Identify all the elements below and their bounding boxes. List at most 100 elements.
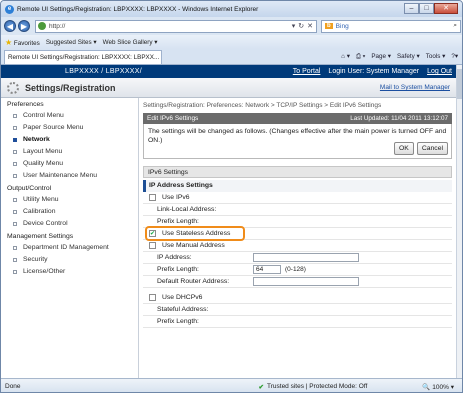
page-menu[interactable]: Page ▾ [371, 53, 391, 61]
last-updated: Last Updated: 11/04 2011 13:12:07 [350, 115, 448, 122]
dhcp-prefix-row: Prefix Length: [143, 316, 452, 328]
manual-row[interactable]: Use Manual Address [143, 240, 452, 252]
default-router-input[interactable] [253, 277, 359, 286]
sidebar-item-calibration[interactable]: Calibration [1, 206, 138, 218]
close-button[interactable]: ✕ [434, 3, 458, 14]
tab-row: Remote UI Settings/Registration: LBPXXXX… [1, 49, 462, 65]
back-button[interactable]: ◀ [4, 20, 16, 32]
sidebar-item-license[interactable]: License/Other [1, 266, 138, 278]
sidebar-section-preferences: Preferences [7, 101, 44, 108]
dhcpv6-checkbox[interactable] [149, 294, 156, 301]
use-ipv6-label: Use IPv6 [162, 194, 190, 201]
browser-tab[interactable]: Remote UI Settings/Registration: LBPXXXX… [4, 49, 162, 64]
stateful-row: Stateful Address: [143, 304, 452, 316]
home-icon[interactable]: ⌂ ▾ [341, 53, 350, 61]
sidebar-section-management: Management Settings [7, 233, 74, 240]
address-text: http:// [49, 22, 66, 30]
favorites-label: Favorites [13, 39, 40, 47]
stateless-checkbox[interactable]: ✔ [149, 230, 156, 237]
mail-link[interactable]: Mail to System Manager [380, 84, 450, 91]
ip-address-label: IP Address: [157, 254, 192, 261]
page-header: Settings/Registration Mail to System Man… [1, 78, 456, 98]
ip-address-input[interactable] [253, 253, 359, 262]
manual-label: Use Manual Address [162, 242, 225, 249]
dhcpv6-row[interactable]: Use DHCPv6 [143, 292, 452, 304]
page-icon [38, 22, 46, 30]
status-text: Done [5, 383, 21, 390]
use-ipv6-row[interactable]: Use IPv6 [143, 192, 452, 204]
cancel-button[interactable]: Cancel [416, 142, 448, 155]
address-row: ◀ ▶ http:// ▾ ↻ ✕ b Bing ⌕ [1, 17, 462, 35]
sidebar-item-layout[interactable]: Layout Menu [1, 146, 138, 158]
sidebar-item-user-maintenance[interactable]: User Maintenance Menu [1, 170, 138, 182]
fav-link-webslice[interactable]: Web Slice Gallery ▾ [103, 39, 158, 46]
default-router-label: Default Router Address: [157, 278, 230, 285]
stateless-row[interactable]: ✔ Use Stateless Address [143, 226, 452, 241]
to-portal-link[interactable]: To Portal [293, 68, 321, 75]
model-name: LBPXXXX / LBPXXXX/ [65, 68, 142, 75]
edit-title: Edit IPv6 Settings [147, 115, 199, 122]
window-title: Remote UI Settings/Registration: LBPXXXX… [17, 5, 259, 13]
print-icon[interactable]: ⎙ ▾ [356, 53, 365, 61]
help-icon[interactable]: ?▾ [451, 53, 458, 61]
default-router-row: Default Router Address: [143, 276, 452, 288]
ipv6-settings-title: IPv6 Settings [143, 166, 452, 178]
status-bar: Done ✔ Trusted sites | Protected Mode: Of… [1, 378, 462, 392]
prefix-length-input[interactable]: 64 [253, 265, 281, 274]
gear-icon [7, 81, 19, 94]
minimize-button[interactable]: – [404, 3, 419, 14]
link-local-label: Link-Local Address: [157, 206, 217, 213]
page-title: Settings/Registration [25, 82, 116, 93]
ie-icon: e [5, 4, 14, 14]
manual-prefix-row: Prefix Length: 64 (0-128) [143, 264, 452, 276]
ip-address-settings-title: IP Address Settings [143, 180, 452, 192]
sidebar-item-utility[interactable]: Utility Menu [1, 194, 138, 206]
vertical-scrollbar[interactable] [456, 65, 462, 378]
search-icon[interactable]: ⌕ [453, 22, 457, 30]
star-icon: ★ [5, 37, 13, 47]
refresh-icon[interactable]: ↻ [298, 22, 304, 30]
sidebar: Preferences Control Menu Paper Source Me… [1, 98, 139, 378]
breadcrumb: Settings/Registration: Preferences: Netw… [143, 102, 382, 109]
favorites-bar: ★ Favorites Suggested Sites ▾ Web Slice … [1, 35, 462, 49]
prefix-length-row: Prefix Length: [143, 216, 452, 228]
check-icon: ✔ [258, 383, 264, 391]
sidebar-section-output: Output/Control [7, 185, 52, 192]
top-band: LBPXXXX / LBPXXXX/ To Portal Login User:… [1, 65, 456, 78]
page-content: LBPXXXX / LBPXXXX/ To Portal Login User:… [1, 65, 456, 378]
search-engine-label: Bing [335, 22, 349, 30]
sidebar-item-department-id[interactable]: Department ID Management [1, 242, 138, 254]
use-ipv6-checkbox[interactable] [149, 194, 156, 201]
security-zone[interactable]: ✔ Trusted sites | Protected Mode: Off [259, 383, 368, 391]
stop-icon[interactable]: ✕ [307, 22, 313, 30]
sidebar-item-control-menu[interactable]: Control Menu [1, 110, 138, 122]
fav-link-suggested[interactable]: Suggested Sites ▾ [46, 39, 97, 46]
stateful-label: Stateful Address: [157, 306, 209, 313]
tools-menu[interactable]: Tools ▾ [426, 53, 446, 61]
dhcpv6-label: Use DHCPv6 [162, 294, 203, 301]
scroll-thumb[interactable] [457, 69, 462, 99]
sidebar-item-paper-source[interactable]: Paper Source Menu [1, 122, 138, 134]
safety-menu[interactable]: Safety ▾ [397, 53, 420, 61]
logout-link[interactable]: Log Out [427, 68, 452, 75]
link-local-row: Link-Local Address: [143, 204, 452, 216]
title-bar: e Remote UI Settings/Registration: LBPXX… [1, 1, 462, 17]
sidebar-item-security[interactable]: Security [1, 254, 138, 266]
browser-window: e Remote UI Settings/Registration: LBPXX… [0, 0, 463, 393]
ok-button[interactable]: OK [394, 142, 414, 155]
edit-box: The settings will be changed as follows.… [143, 124, 452, 159]
sidebar-item-device-control[interactable]: Device Control [1, 218, 138, 230]
zoom-control[interactable]: 🔍 100% ▾ [422, 383, 462, 391]
search-box[interactable]: b Bing ⌕ [321, 19, 461, 33]
sidebar-item-network[interactable]: Network [1, 134, 138, 146]
compat-icon[interactable]: ▾ [292, 22, 296, 30]
sidebar-item-quality[interactable]: Quality Menu [1, 158, 138, 170]
maximize-button[interactable]: □ [419, 3, 434, 14]
manual-prefix-label: Prefix Length: [157, 266, 199, 273]
prefix-length-label: Prefix Length: [157, 218, 199, 225]
forward-button[interactable]: ▶ [18, 20, 30, 32]
address-bar[interactable]: http:// ▾ ↻ ✕ [35, 19, 317, 33]
zoom-level: 100% [432, 383, 449, 391]
manual-checkbox[interactable] [149, 242, 156, 249]
favorites-button[interactable]: ★ Favorites [5, 38, 40, 47]
